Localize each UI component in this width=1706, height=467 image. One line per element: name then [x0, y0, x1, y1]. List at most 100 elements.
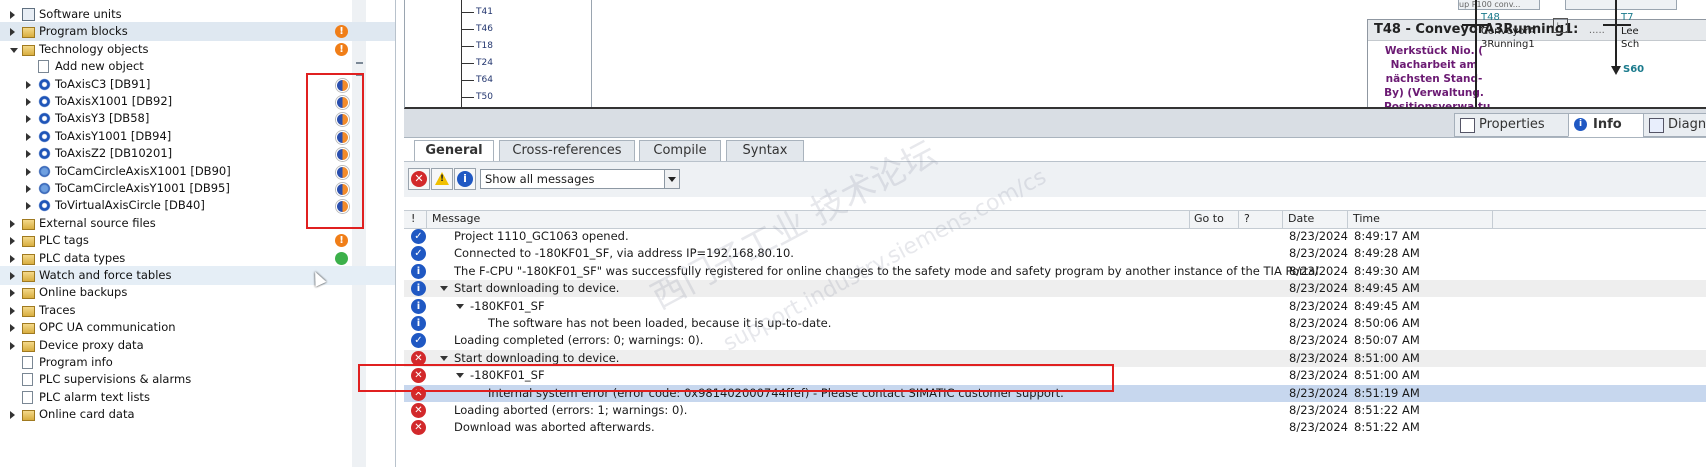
tree-item[interactable]: Technology objects!	[0, 40, 395, 59]
tree-item[interactable]: PLC supervisions & alarms	[0, 370, 395, 389]
axis-gear-icon	[38, 77, 51, 91]
chevron-right-icon[interactable]	[10, 219, 15, 228]
tree-item[interactable]: OPC UA communication	[0, 318, 395, 337]
tree-item[interactable]: PLC tags!	[0, 231, 395, 250]
message-time: 8:50:07 AM	[1354, 333, 1420, 348]
chevron-down-icon[interactable]	[440, 355, 448, 361]
chevron-down-icon[interactable]	[456, 303, 464, 309]
tree-item[interactable]: Device proxy data	[0, 336, 395, 355]
chevron-right-icon[interactable]	[10, 306, 15, 315]
tree-item-label: Add new object	[55, 59, 144, 74]
folder-icon	[22, 44, 35, 56]
col-flag[interactable]: !	[411, 212, 415, 225]
chevron-right-icon[interactable]	[10, 289, 15, 298]
transition-name-1: ConveyorA	[1481, 26, 1536, 37]
tree-item[interactable]: PLC alarm text lists	[0, 388, 395, 407]
graph-editor: T41 T46 T18 T24 T64 T50 up P100 conv... T48 -…	[404, 0, 1706, 109]
tree-item-label: PLC alarm text lists	[39, 389, 150, 404]
chevron-down-icon[interactable]	[10, 47, 18, 53]
folder-icon	[22, 410, 35, 422]
filter-info-button[interactable]: i	[454, 168, 476, 190]
col-time[interactable]: Time	[1353, 212, 1380, 225]
subtab-cross-references[interactable]: Cross-references	[499, 140, 635, 162]
chevron-down-icon[interactable]	[664, 170, 679, 188]
tree-item[interactable]: Online backups	[0, 283, 395, 302]
chevron-right-icon[interactable]	[26, 185, 31, 193]
transition-label[interactable]: T64	[462, 75, 493, 85]
folder-icon	[22, 305, 35, 317]
message-row[interactable]: i -180KF01_SF 8/23/2024 8:49:45 AM	[404, 298, 1706, 315]
chevron-right-icon[interactable]	[26, 80, 31, 89]
transition-popup[interactable]: T48 - ConveyorA3Running1: ..... ⤧ – Werk…	[1367, 19, 1706, 107]
tree-item[interactable]: PLC data types	[0, 249, 395, 268]
folder-icon	[22, 340, 35, 352]
chevron-right-icon[interactable]	[10, 254, 15, 263]
chevron-right-icon[interactable]	[10, 237, 15, 246]
chevron-right-icon[interactable]	[26, 115, 31, 124]
message-row[interactable]: ✕ Download was aborted afterwards. 8/23/20…	[404, 419, 1706, 436]
chevron-right-icon[interactable]	[10, 341, 15, 350]
message-text: The software has not been loaded, becaus…	[488, 316, 832, 330]
transition-label[interactable]: T24	[462, 58, 493, 68]
tree-item[interactable]: Software units	[0, 5, 395, 24]
message-time: 8:50:06 AM	[1354, 316, 1420, 330]
tab-properties-label: Properties	[1479, 117, 1545, 132]
chevron-right-icon[interactable]	[26, 202, 31, 211]
chevron-right-icon[interactable]	[26, 98, 31, 106]
tree-item[interactable]: Watch and force tables	[0, 266, 395, 285]
col-date[interactable]: Date	[1288, 212, 1314, 225]
tree-item[interactable]: Program blocks!	[0, 22, 395, 42]
info-icon: i	[1574, 118, 1587, 131]
tree-item[interactable]: Traces	[0, 301, 395, 320]
info-panel: General Cross-references Compile Syntax …	[404, 134, 1706, 467]
chevron-right-icon[interactable]	[26, 167, 31, 176]
transition-label[interactable]: T18	[462, 41, 493, 51]
tree-item-label: ToAxisZ2 [DB10201]	[55, 146, 173, 161]
transition-label[interactable]: T41	[462, 7, 493, 17]
subtab-syntax[interactable]: Syntax	[726, 140, 804, 162]
chevron-right-icon[interactable]	[10, 272, 15, 280]
jump-icon[interactable]: ⊢	[1553, 18, 1568, 33]
subtab-compile[interactable]: Compile	[639, 140, 721, 162]
chevron-right-icon[interactable]	[26, 132, 31, 141]
tab-properties[interactable]: Properties	[1454, 113, 1580, 137]
tree-item[interactable]: Online card data	[0, 405, 395, 424]
tree-item[interactable]: Program info	[0, 353, 395, 372]
chevron-right-icon[interactable]	[26, 150, 31, 159]
message-time: 8:49:45 AM	[1354, 298, 1420, 313]
add-icon	[38, 60, 49, 74]
axis-gear-icon	[38, 129, 51, 143]
subtab-general[interactable]: General	[414, 140, 494, 162]
folder-icon	[22, 323, 35, 335]
message-row[interactable]: i The software has not been loaded, becau…	[404, 315, 1706, 332]
chevron-right-icon[interactable]	[10, 324, 15, 333]
filter-errors-button[interactable]: ✕	[408, 168, 430, 190]
message-row[interactable]: ✓ Loading completed (errors: 0; warnings:…	[404, 332, 1706, 349]
message-date: 8/23/2024	[1289, 316, 1348, 330]
message-filter-select[interactable]: Show all messages	[480, 169, 680, 189]
message-row[interactable]: ✕ Loading aborted (errors: 1; warnings: 0…	[404, 402, 1706, 419]
message-time: 8:49:30 AM	[1354, 263, 1420, 278]
chevron-right-icon[interactable]	[10, 411, 15, 420]
message-row[interactable]: ✓ Project 1110_GC1063 opened. 8/23/2024 8:4…	[404, 228, 1706, 245]
transition-label[interactable]: T50	[462, 92, 493, 102]
message-date: 8/23/2024	[1289, 385, 1348, 400]
message-row[interactable]: i Start downloading to device. 8/23/2024 8:…	[404, 280, 1706, 298]
message-row[interactable]: ✓ Connected to -180KF01_SF, via address I…	[404, 245, 1706, 262]
cam-icon	[38, 182, 51, 195]
tree-item-label: Software units	[39, 7, 122, 21]
tab-diagnostics[interactable]: Diagn	[1643, 113, 1706, 137]
col-message[interactable]: Message	[432, 212, 480, 225]
chevron-right-icon[interactable]	[10, 11, 15, 19]
tab-info[interactable]: i Info	[1568, 113, 1654, 137]
filter-warnings-button[interactable]: !	[431, 168, 453, 190]
message-row[interactable]: i The F-CPU "-180KF01_SF" was successfull…	[404, 263, 1706, 280]
col-goto[interactable]: Go to	[1194, 212, 1224, 225]
project-tree: Software units Program blocks! Technology …	[0, 0, 396, 467]
chevron-right-icon[interactable]	[10, 28, 15, 37]
warning-status-icon: !	[335, 234, 348, 248]
chevron-down-icon[interactable]	[440, 286, 448, 292]
info-icon: i	[411, 263, 426, 279]
col-help[interactable]: ?	[1244, 212, 1250, 225]
transition-label[interactable]: T46	[462, 24, 493, 34]
